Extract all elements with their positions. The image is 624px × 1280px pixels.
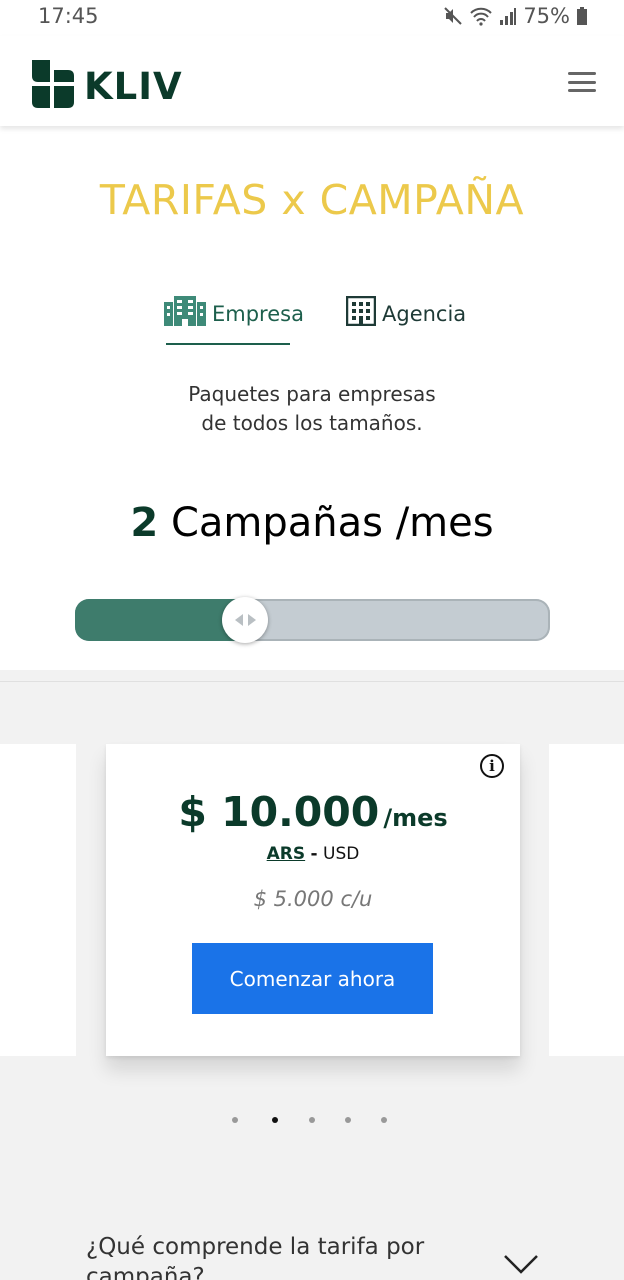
signal-icon	[499, 6, 517, 26]
top-header: KLIV	[0, 36, 624, 126]
kliv-logo[interactable]: KLIV	[30, 60, 183, 113]
tab-agencia[interactable]: Agencia	[345, 295, 467, 331]
arrow-left-icon	[234, 614, 243, 626]
plan-description-line2: de todos los tamaños.	[201, 411, 423, 435]
carousel-next-card[interactable]	[549, 744, 624, 1056]
currency-ars[interactable]: ARS	[267, 844, 306, 864]
page-title: TARIFAS x CAMPAÑA	[99, 176, 525, 224]
price-amount: $ 10.000	[178, 788, 380, 836]
unit-price: $ 5.000 c/u	[253, 887, 373, 911]
faq-question[interactable]: ¿Qué comprende la tarifa por campaña?	[86, 1232, 446, 1280]
carousel-prev-card[interactable]	[0, 744, 76, 1056]
building-icon	[164, 296, 206, 331]
currency-selector: ARS - USD	[106, 844, 520, 864]
campaign-slider[interactable]	[75, 597, 550, 643]
plan-type-tabs: Empresa Agencia	[0, 294, 624, 354]
status-bar: 17:45 75%	[0, 0, 624, 36]
carousel-dot[interactable]	[232, 1117, 238, 1123]
hamburger-menu-icon[interactable]	[568, 72, 596, 92]
pricing-card: i $ 10.000/mes ARS - USD $ 5.000 c/u Com…	[106, 744, 520, 1056]
plan-description: Paquetes para empresas de todos los tama…	[0, 380, 624, 438]
menu-line	[568, 72, 596, 75]
plan-description-line1: Paquetes para empresas	[188, 382, 436, 406]
currency-usd[interactable]: USD	[323, 844, 359, 864]
carousel-dots	[0, 1117, 624, 1127]
menu-line	[568, 80, 596, 84]
kliv-logo-icon	[30, 60, 76, 113]
menu-line	[568, 89, 596, 92]
price-display: $ 10.000/mes	[106, 788, 520, 836]
status-time: 17:45	[38, 4, 99, 28]
section-divider	[0, 681, 624, 682]
battery-percent: 75%	[523, 4, 570, 28]
campaign-count-label: Campañas /mes	[170, 500, 494, 546]
tab-empresa[interactable]: Empresa	[164, 296, 304, 331]
arrow-right-icon	[247, 614, 256, 626]
carousel-dot[interactable]	[309, 1117, 315, 1123]
wifi-icon	[469, 6, 493, 26]
active-tab-indicator	[166, 343, 290, 345]
tab-agencia-label: Agencia	[382, 301, 467, 326]
office-building-icon	[345, 295, 377, 331]
status-icons: 75%	[443, 4, 588, 28]
price-period: /mes	[383, 804, 448, 832]
slider-fill	[75, 599, 245, 641]
currency-separator: -	[310, 844, 318, 864]
tab-empresa-label: Empresa	[212, 301, 304, 326]
logo-text: KLIV	[84, 65, 183, 108]
carousel-dot[interactable]	[381, 1117, 387, 1123]
campaign-count: 2	[130, 500, 159, 546]
slider-thumb[interactable]	[222, 597, 268, 643]
carousel-dot[interactable]	[345, 1117, 351, 1123]
campaign-count-heading: 2 Campañas /mes	[0, 500, 624, 546]
battery-icon	[576, 6, 588, 26]
chevron-down-icon[interactable]	[503, 1254, 539, 1279]
mute-icon	[443, 6, 463, 26]
info-icon[interactable]: i	[480, 754, 504, 778]
start-now-button[interactable]: Comenzar ahora	[192, 943, 433, 1014]
carousel-dot-active[interactable]	[272, 1117, 278, 1123]
